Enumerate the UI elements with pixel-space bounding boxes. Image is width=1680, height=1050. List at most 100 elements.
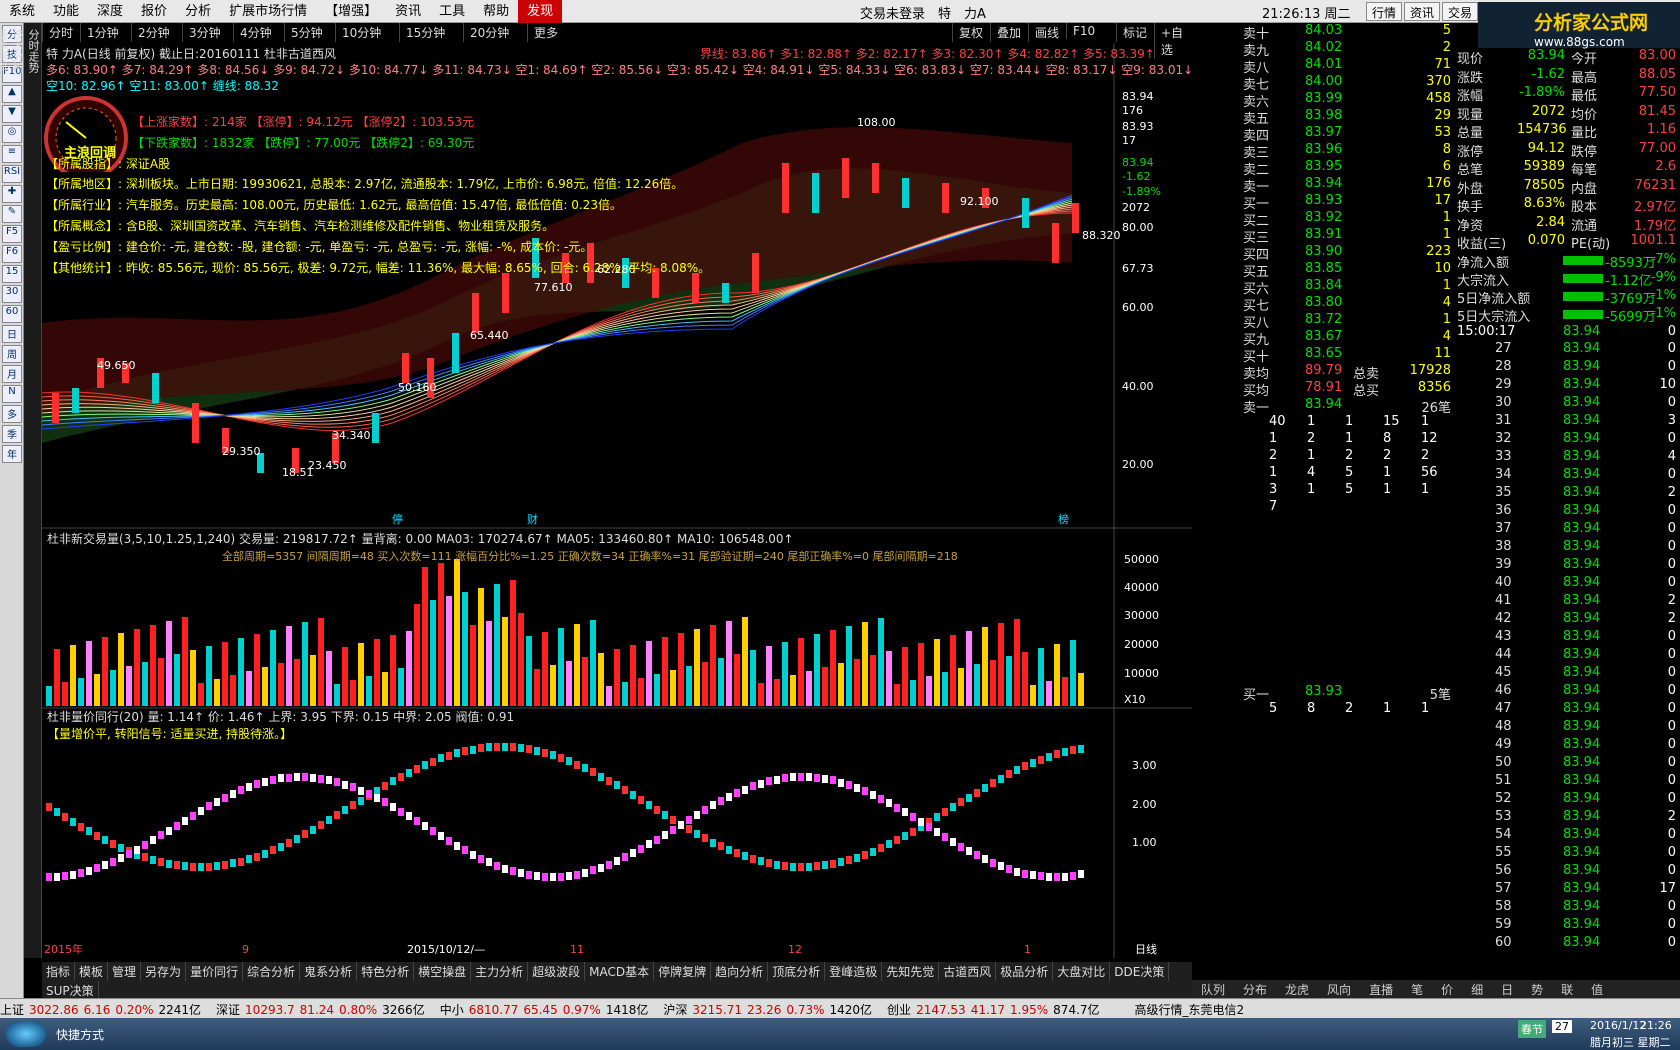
chart-tool-button[interactable]: F10 [1066,23,1101,39]
detail-tab[interactable]: 细 [1462,980,1492,999]
vtab[interactable]: 基本资料 [0,23,9,958]
indicator-tab[interactable]: 极品分析 [996,962,1054,981]
indicator-tab[interactable]: 超级波段 [528,962,586,981]
menu-item[interactable]: 报价 [132,0,176,23]
clock: 21:26:13 周二 [1262,7,1351,22]
detail-tab[interactable]: 联 [1552,980,1582,999]
detail-tab[interactable]: 值 [1582,980,1612,999]
tick-header: 15:00:17 83.94 0 [1457,323,1676,339]
date-axis-label: 1 [1024,943,1031,956]
menu-item[interactable]: 深度 [88,0,132,23]
indicator-block [222,861,228,869]
indicator-tab[interactable]: 特色分析 [357,962,415,981]
price-annotation: 108.00 [857,116,896,129]
quotes-button[interactable]: 行情 [1366,2,1403,21]
volume-bar [350,680,356,706]
indicator-tab[interactable]: 横空操盘 [414,962,472,981]
detail-tab[interactable]: 队列 [1192,980,1234,999]
menu-item[interactable]: 分析 [176,0,220,23]
orderbook-volume: 4 [1442,329,1451,344]
volume-bar [958,668,964,706]
menu-item[interactable]: 系统 [0,0,44,23]
vtab[interactable]: 分时走势 [25,23,41,958]
detail-tab[interactable]: 风向 [1318,980,1360,999]
detail-tab[interactable]: 日 [1492,980,1522,999]
chart-tool-button[interactable]: 标记 [1116,23,1153,42]
period-tab[interactable]: 3分钟 [182,23,227,42]
detail-tab[interactable]: 龙虎 [1276,980,1318,999]
indicator-tab[interactable]: 先知先觉 [882,962,940,981]
indicator-tab[interactable]: 登峰造极 [825,962,883,981]
indicator-tab[interactable]: 综合分析 [243,962,301,981]
period-tab[interactable]: 15分钟 [399,23,451,42]
volume-bar [598,653,604,706]
index-quote[interactable]: 创业 2147.53 41.17 1.95% 874.7亿 [887,1003,1104,1017]
menu-item[interactable]: 扩展市场行情 [220,0,316,23]
indicator-tab[interactable]: 顶底分析 [768,962,826,981]
indicator-tab[interactable]: 量价同行 [186,962,244,981]
index-quote[interactable]: 沪深 3215.71 23.26 0.73% 1420亿 [663,1003,877,1017]
indicator-tab[interactable]: 主力分析 [471,962,529,981]
indicator-tab[interactable]: 鬼系分析 [300,962,358,981]
chart-tool-button[interactable]: +自选 [1154,23,1192,59]
indicator-block [182,817,188,825]
main-chart[interactable]: 108.00 92.100 88.320 77.610 65.440 49.650 50.1… [42,23,1192,958]
index-quote[interactable]: 中小 6810.77 65.45 0.97% 1418亿 [440,1003,654,1017]
indicator-tab[interactable]: 大盘对比 [1053,962,1111,981]
detail-tab[interactable]: 分布 [1234,980,1276,999]
period-tab[interactable]: 更多 [527,23,564,42]
volume-bar [990,660,996,706]
volume-bar [134,629,140,706]
language-indicator[interactable]: 春节 [1518,1020,1546,1038]
indicator-tab[interactable]: 管理 [108,962,142,981]
orderbook-row: 买二 83.92 1 [1243,210,1455,229]
period-tab[interactable]: 5分钟 [284,23,329,42]
indicator-block [638,845,644,853]
indicator-tab[interactable]: 模板 [75,962,109,981]
indicator-tab[interactable]: DDE决策 [1110,962,1170,981]
chart-tool-button[interactable]: 复权 [952,23,989,42]
news-button[interactable]: 资讯 [1404,2,1441,21]
index-quote[interactable]: 上证 3022.86 6.16 0.20% 2241亿 [0,1003,206,1017]
period-tab[interactable]: 10分钟 [335,23,387,42]
indicator-tab[interactable]: 趋向分析 [711,962,769,981]
vtab[interactable]: 技术分析 [9,23,25,958]
period-tab[interactable]: 20分钟 [463,23,515,42]
period-tab[interactable]: 1分钟 [80,23,125,42]
indicator-tab[interactable]: 停牌复牌 [654,962,712,981]
indicator-block [670,826,676,834]
menu-item[interactable]: 工具 [430,0,474,23]
menu-item[interactable]: 资讯 [386,0,430,23]
period-tab[interactable]: 4分钟 [233,23,278,42]
detail-tab[interactable]: 笔 [1402,980,1432,999]
start-button[interactable] [6,1021,46,1047]
indicator-block [734,789,740,797]
volume-bar [862,622,868,706]
indicator-tab[interactable]: 古道西风 [939,962,997,981]
menu-item-discover[interactable]: 发现 [518,0,563,23]
detail-tab[interactable]: 价 [1432,980,1462,999]
orderbook-row: 买八 83.72 1 [1243,312,1455,331]
info-line: 【上涨家数】: 214家 【涨停】: 94.12元 【涨停2】: 103.53元 [132,115,475,129]
menu-item[interactable]: 功能 [44,0,88,23]
indicator-tab[interactable]: 指标 [42,962,76,981]
orderbook-volume: 1 [1442,210,1451,225]
menu-item[interactable]: 【增强】 [316,0,386,23]
trade-button[interactable]: 交易 [1442,2,1479,21]
menu-item[interactable]: 帮助 [474,0,518,23]
chart-tool-button[interactable]: 叠加 [990,23,1027,42]
detail-tab[interactable]: 直播 [1360,980,1402,999]
index-quote[interactable]: 深证 10293.7 81.24 0.80% 3266亿 [216,1003,430,1017]
tick-row: 34 83.94 0 [1495,466,1676,482]
indicator-tab[interactable]: MACD基本 [585,962,655,981]
indicator-tab[interactable]: 另存为 [141,962,187,981]
period-tab[interactable]: 2分钟 [131,23,176,42]
chart-tool-button[interactable]: 画线 [1028,23,1065,42]
date-axis-label: 2015年 [44,942,83,956]
orderbook-volume: 17 [1434,193,1451,208]
detail-tab[interactable]: 势 [1522,980,1552,999]
order-book: 卖十 84.03 5 卖九 84.02 2 卖八 84.01 71 卖七 84.00 370 卖六 83.… [1243,23,1455,958]
period-tab[interactable]: 分时 [42,23,79,42]
orderbook-row: 卖一 83.94 176 [1243,176,1455,195]
indicator-block [302,830,308,838]
